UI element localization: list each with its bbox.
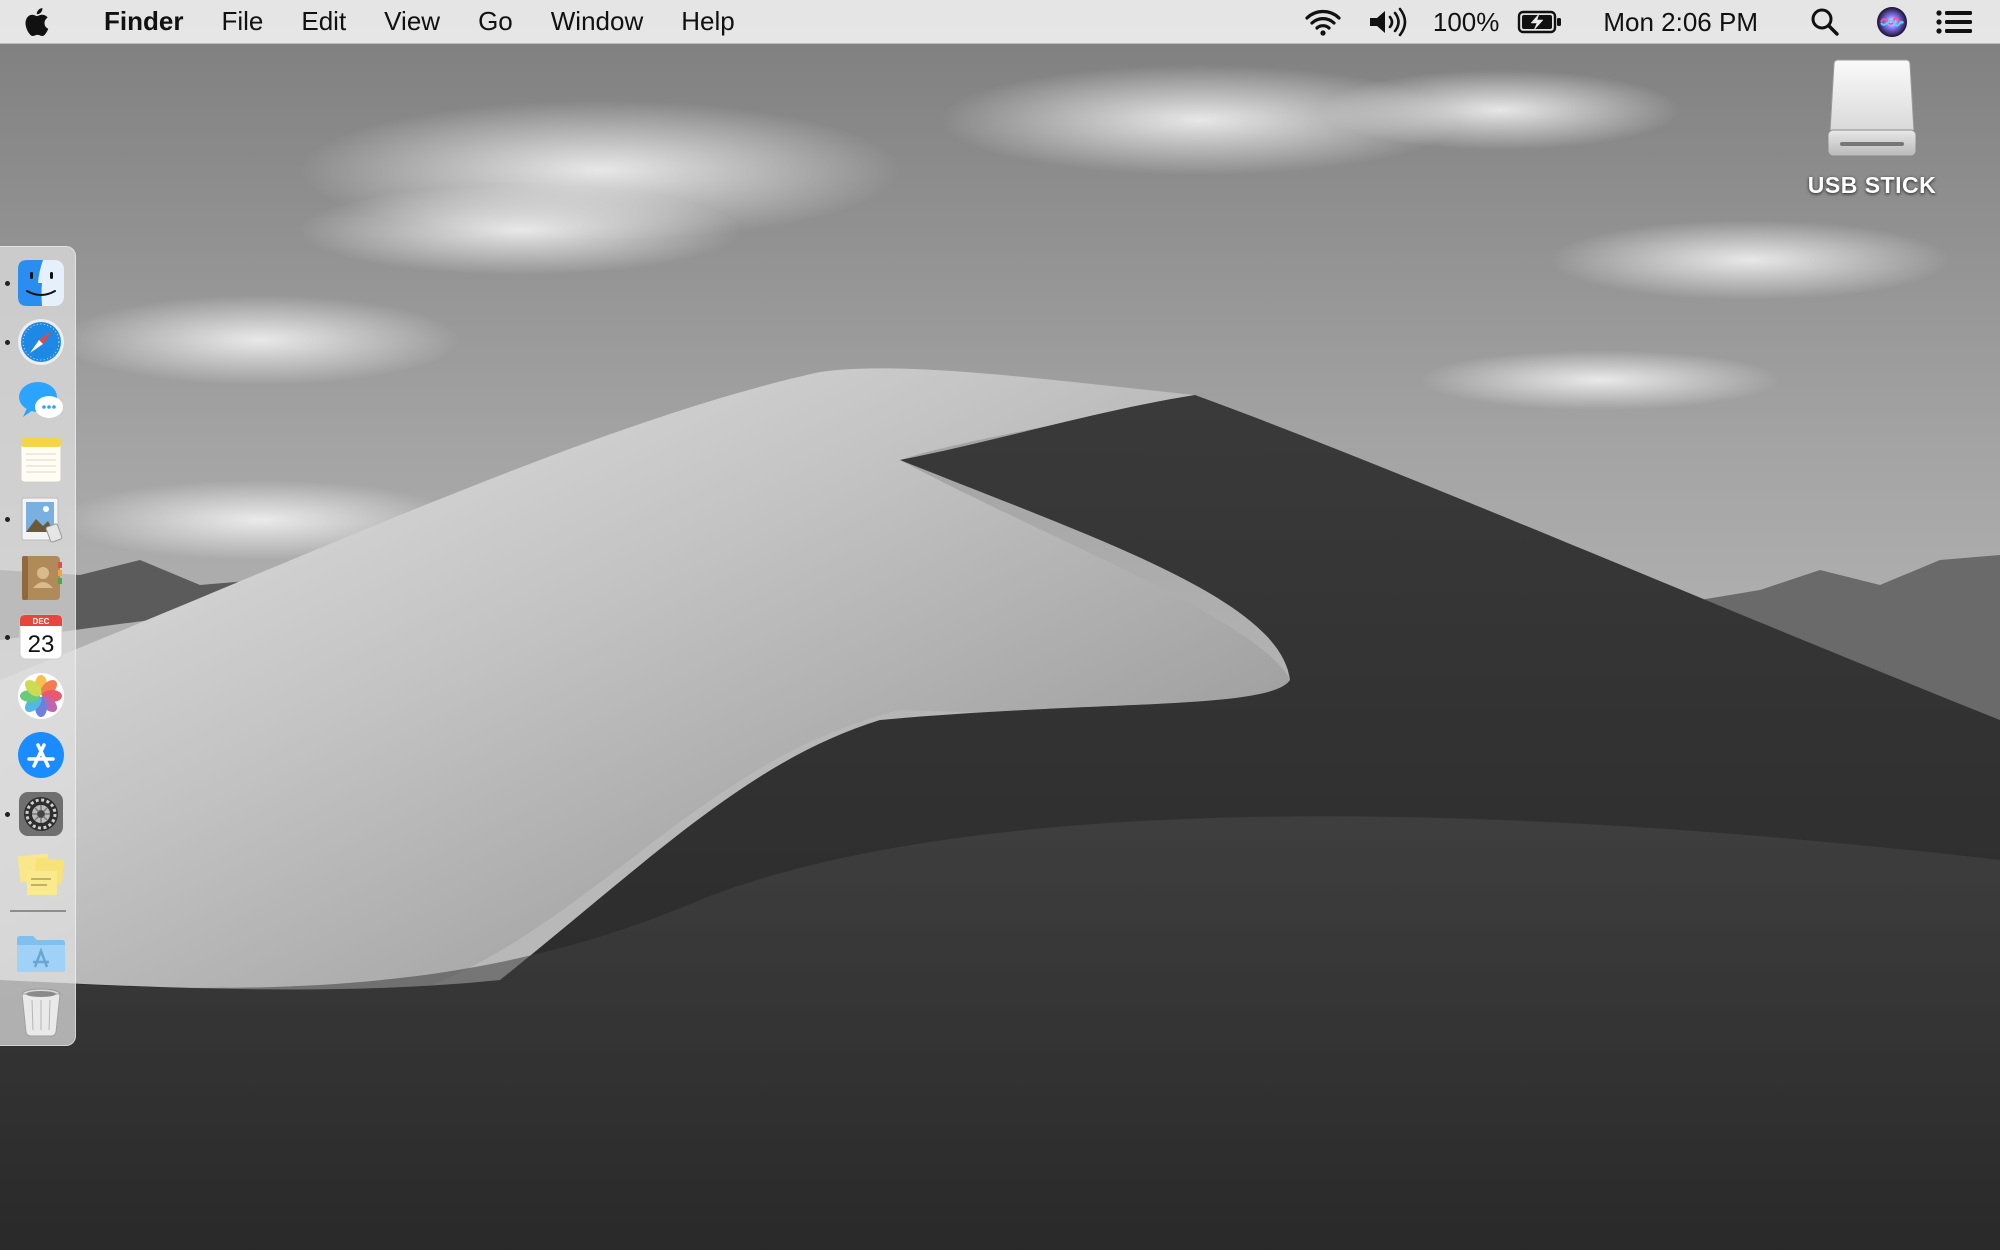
- dock-separator: [10, 910, 66, 912]
- battery-charging-icon[interactable]: [1505, 0, 1575, 44]
- menu-app-name[interactable]: Finder: [72, 0, 202, 44]
- battery-percent: 100%: [1432, 6, 1500, 37]
- system-preferences-icon: [19, 792, 63, 836]
- dock-item-messages[interactable]: [15, 375, 67, 427]
- running-indicator: [5, 517, 10, 522]
- menu-help[interactable]: Help: [662, 0, 753, 44]
- search-icon[interactable]: [1788, 0, 1862, 44]
- dock-item-preview[interactable]: [15, 493, 67, 545]
- photos-icon: [18, 673, 64, 719]
- menu-clock[interactable]: Mon 2:06 PM: [1575, 0, 1788, 44]
- running-indicator: [5, 812, 10, 817]
- dock-item-finder[interactable]: [15, 257, 67, 309]
- applications-folder-icon: [17, 936, 65, 972]
- running-indicator: [5, 281, 10, 286]
- menu-file[interactable]: File: [202, 0, 282, 44]
- dock: DEC 23: [0, 246, 76, 1046]
- running-indicator: [5, 635, 10, 640]
- dock-item-photos[interactable]: [15, 670, 67, 722]
- menu-bar: Finder File Edit View Go Window Help 100…: [0, 0, 2000, 44]
- menu-go[interactable]: Go: [459, 0, 532, 44]
- menu-window[interactable]: Window: [532, 0, 662, 44]
- dock-item-safari[interactable]: [15, 316, 67, 368]
- apple-logo-icon[interactable]: [0, 0, 72, 44]
- dock-item-contacts[interactable]: [15, 552, 67, 604]
- desktop[interactable]: Finder File Edit View Go Window Help 100…: [0, 0, 2000, 1250]
- dock-item-system-preferences[interactable]: [15, 788, 67, 840]
- dock-item-calendar[interactable]: DEC 23: [15, 611, 67, 663]
- desktop-wallpaper: [0, 0, 2000, 1250]
- safari-icon: [18, 319, 64, 365]
- external-drive-icon: [1827, 59, 1917, 157]
- running-indicator: [5, 340, 10, 345]
- dock-item-trash[interactable]: [15, 986, 67, 1038]
- finder-icon: [18, 260, 64, 306]
- siri-icon[interactable]: [1862, 0, 1922, 44]
- notification-list-icon[interactable]: [1922, 0, 2000, 44]
- desktop-icon-usb-stick[interactable]: USB STICK: [1800, 58, 1944, 199]
- dock-item-stickies[interactable]: [15, 847, 67, 899]
- menu-edit[interactable]: Edit: [282, 0, 365, 44]
- calendar-icon: DEC 23: [19, 614, 63, 660]
- preview-icon: [21, 497, 63, 543]
- wifi-icon[interactable]: [1291, 0, 1355, 44]
- stickies-icon: [17, 853, 65, 895]
- dock-item-app-store[interactable]: [15, 729, 67, 781]
- contacts-icon: [22, 556, 62, 600]
- dock-item-applications[interactable]: [15, 927, 67, 979]
- messages-icon: [19, 382, 63, 418]
- trash-icon: [21, 988, 61, 1037]
- volume-icon[interactable]: [1355, 0, 1421, 44]
- dock-item-notes[interactable]: [15, 434, 67, 486]
- desktop-icon-label: USB STICK: [1807, 172, 1937, 198]
- menu-view[interactable]: View: [365, 0, 459, 44]
- app-store-icon: [18, 732, 64, 778]
- calendar-month: DEC: [33, 617, 50, 626]
- notes-icon: [20, 437, 62, 483]
- calendar-day: 23: [28, 631, 55, 658]
